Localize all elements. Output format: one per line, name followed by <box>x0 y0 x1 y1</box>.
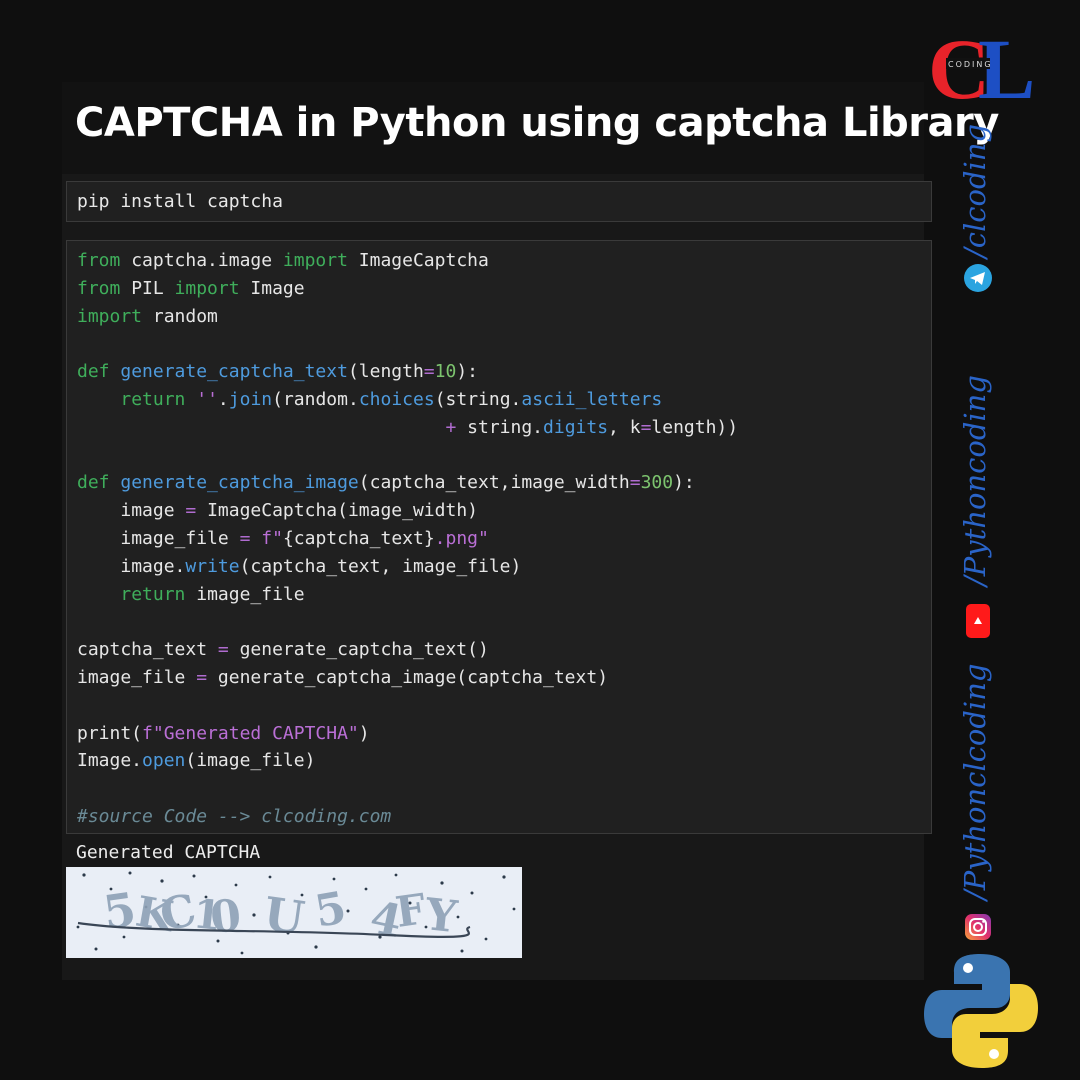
logo-tagline: CODING <box>948 60 993 69</box>
source-comment: #source Code --> clcoding.com <box>77 805 392 827</box>
clcoding-logo: C L CODING <box>928 21 1048 117</box>
title-bar: CAPTCHA in Python using captcha Library <box>62 82 999 174</box>
code-cell[interactable]: from captcha.image import ImageCaptcha f… <box>66 240 932 834</box>
telegram-icon[interactable] <box>964 264 992 292</box>
code-line-2: from PIL import Image <box>77 277 305 299</box>
notebook-panel: CAPTCHA in Python using captcha Library … <box>62 82 999 980</box>
captcha-svg: 5 K C 1 0 U 5 4 F Y <box>66 867 522 958</box>
code-line-11: image_file = f"{captcha_text}.png" <box>120 527 489 549</box>
code-line-19: Image.open(image_file) <box>77 750 316 772</box>
captcha-glyph: Y <box>422 889 460 943</box>
captcha-glyph: U <box>260 886 307 945</box>
pip-install-cell[interactable]: pip install captcha <box>66 181 932 222</box>
code-line-9: def generate_captcha_image(captcha_text,… <box>77 472 695 494</box>
captcha-glyph: 0 <box>208 890 244 944</box>
code-line-10: image = ImageCaptcha(image_width) <box>120 500 478 522</box>
code-line-15: captcha_text = generate_captcha_text() <box>77 639 489 661</box>
code-line-13: return image_file <box>120 583 305 605</box>
telegram-handle[interactable]: /clcoding <box>958 124 992 258</box>
youtube-icon[interactable] <box>964 604 992 638</box>
code-line-16: image_file = generate_captcha_image(capt… <box>77 666 609 688</box>
captcha-output-image: 5 K C 1 0 U 5 4 F Y <box>66 867 522 958</box>
code-line-1: from captcha.image import ImageCaptcha <box>77 250 489 271</box>
page: CAPTCHA in Python using captcha Library … <box>0 0 1080 1080</box>
code-line-3: import random <box>77 305 218 327</box>
instagram-icon[interactable] <box>964 913 992 941</box>
code-line-6: return ''.join(random.choices(string.asc… <box>120 388 663 410</box>
instagram-handle[interactable]: /Pythonclcoding <box>958 664 992 900</box>
pip-install-command: pip install captcha <box>77 191 283 212</box>
output-text: Generated CAPTCHA <box>76 842 261 863</box>
code-block: from captcha.image import ImageCaptcha f… <box>77 247 738 831</box>
page-title: CAPTCHA in Python using captcha Library <box>75 100 999 146</box>
code-line-5: def generate_captcha_text(length=10): <box>77 361 479 383</box>
code-line-7: + string.digits, k=length)) <box>445 416 739 438</box>
code-line-18: print(f"Generated CAPTCHA") <box>77 722 370 744</box>
youtube-handle[interactable]: /Pythoncoding <box>958 375 992 586</box>
code-line-12: image.write(captcha_text, image_file) <box>120 555 522 577</box>
python-logo <box>922 952 1040 1070</box>
